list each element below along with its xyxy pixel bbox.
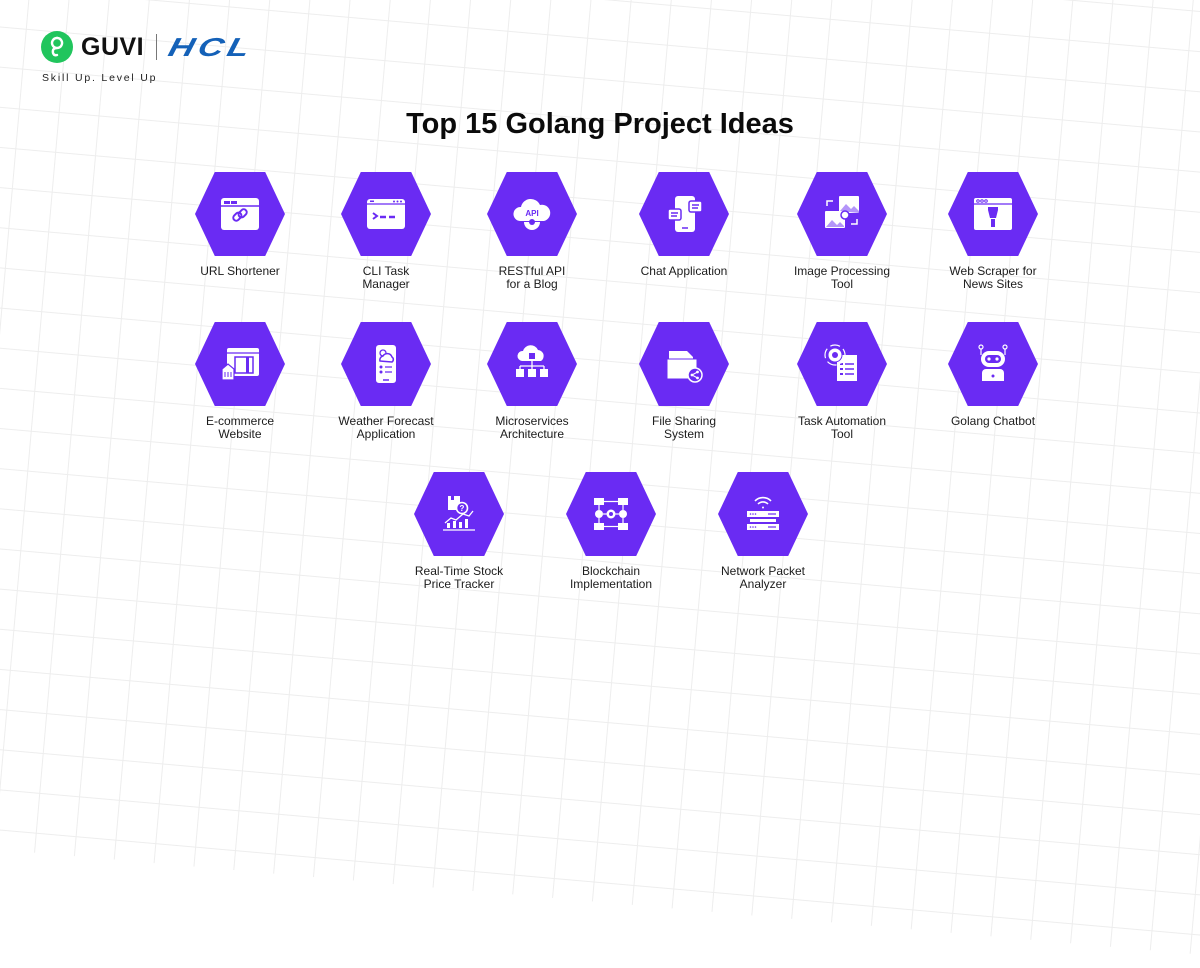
project-label: Blockchain Implementation [569, 564, 653, 591]
project-label: Microservices Architecture [495, 414, 569, 441]
hex-badge [341, 172, 431, 256]
guvi-wordmark: GUVI [81, 32, 145, 61]
project-card: Weather Forecast Application [316, 322, 456, 441]
hex-badge: API [487, 172, 577, 256]
project-label: Weather Forecast Application [338, 414, 434, 441]
project-label: Golang Chatbot [950, 414, 1036, 428]
project-card: Chat Application [614, 172, 754, 278]
hex-badge [718, 472, 808, 556]
project-card: Network Packet Analyzer [693, 472, 833, 591]
project-label: Real-Time Stock Price Tracker [414, 564, 504, 591]
hcl-wordmark: HCL [165, 31, 258, 62]
project-card: E-commerce Website [170, 322, 310, 441]
project-card: CLI Task Manager [316, 172, 456, 291]
hex-badge [566, 472, 656, 556]
svg-text:API: API [525, 209, 538, 218]
phone-chat-icon [667, 196, 703, 232]
image-gear-icon [825, 196, 859, 228]
project-label: Chat Application [640, 264, 728, 278]
stock-chart-icon: ? [443, 496, 475, 531]
project-label: Network Packet Analyzer [720, 564, 806, 591]
hex-badge [195, 322, 285, 406]
hex-badge [639, 322, 729, 406]
tagline: Skill Up. Level Up [42, 72, 158, 84]
guvi-logo-icon [41, 31, 73, 63]
logo-divider [156, 34, 158, 60]
phone-weather-icon [376, 345, 396, 383]
folder-share-icon [666, 351, 703, 383]
hex-badge [195, 172, 285, 256]
project-card: Image Processing Tool [772, 172, 912, 291]
project-card: Web Scraper for News Sites [923, 172, 1063, 291]
hex-badge [948, 322, 1038, 406]
page-title: Top 15 Golang Project Ideas [406, 108, 794, 140]
project-label: Image Processing Tool [793, 264, 891, 291]
hex-badge [487, 322, 577, 406]
svg-text:?: ? [460, 504, 465, 513]
hex-badge [948, 172, 1038, 256]
terminal-window-icon [367, 199, 405, 229]
shop-tag-icon [221, 348, 259, 381]
project-card: ? Real-Time Stock Price Tracker [389, 472, 529, 591]
project-card: Microservices Architecture [462, 322, 602, 441]
project-label: Web Scraper for News Sites [949, 264, 1037, 291]
project-card: API RESTful API for a Blog [462, 172, 602, 291]
project-card: Blockchain Implementation [541, 472, 681, 591]
gear-document-icon [824, 344, 857, 381]
project-label: E-commerce Website [205, 414, 274, 441]
hex-badge [341, 322, 431, 406]
api-cloud-gear-icon: API [513, 198, 551, 230]
project-label: CLI Task Manager [362, 264, 410, 291]
project-label: File Sharing System [651, 414, 717, 441]
block-network-icon [594, 498, 628, 530]
project-card: URL Shortener [170, 172, 310, 278]
project-card: Task Automation Tool [772, 322, 912, 441]
project-label: Task Automation Tool [797, 414, 887, 441]
robot-laptop-icon [978, 344, 1008, 381]
project-card: Golang Chatbot [923, 322, 1063, 428]
wifi-server-icon [747, 496, 779, 530]
browser-link-icon [221, 198, 259, 230]
project-label: RESTful API for a Blog [498, 264, 566, 291]
project-label: URL Shortener [200, 264, 280, 278]
brand-logo: GUVI HCL [41, 31, 257, 63]
hex-badge [639, 172, 729, 256]
hex-badge: ? [414, 472, 504, 556]
hex-badge [797, 322, 887, 406]
hex-badge [797, 172, 887, 256]
project-card: File Sharing System [614, 322, 754, 441]
browser-scraper-icon [974, 198, 1012, 230]
cloud-cubes-icon [516, 345, 548, 377]
